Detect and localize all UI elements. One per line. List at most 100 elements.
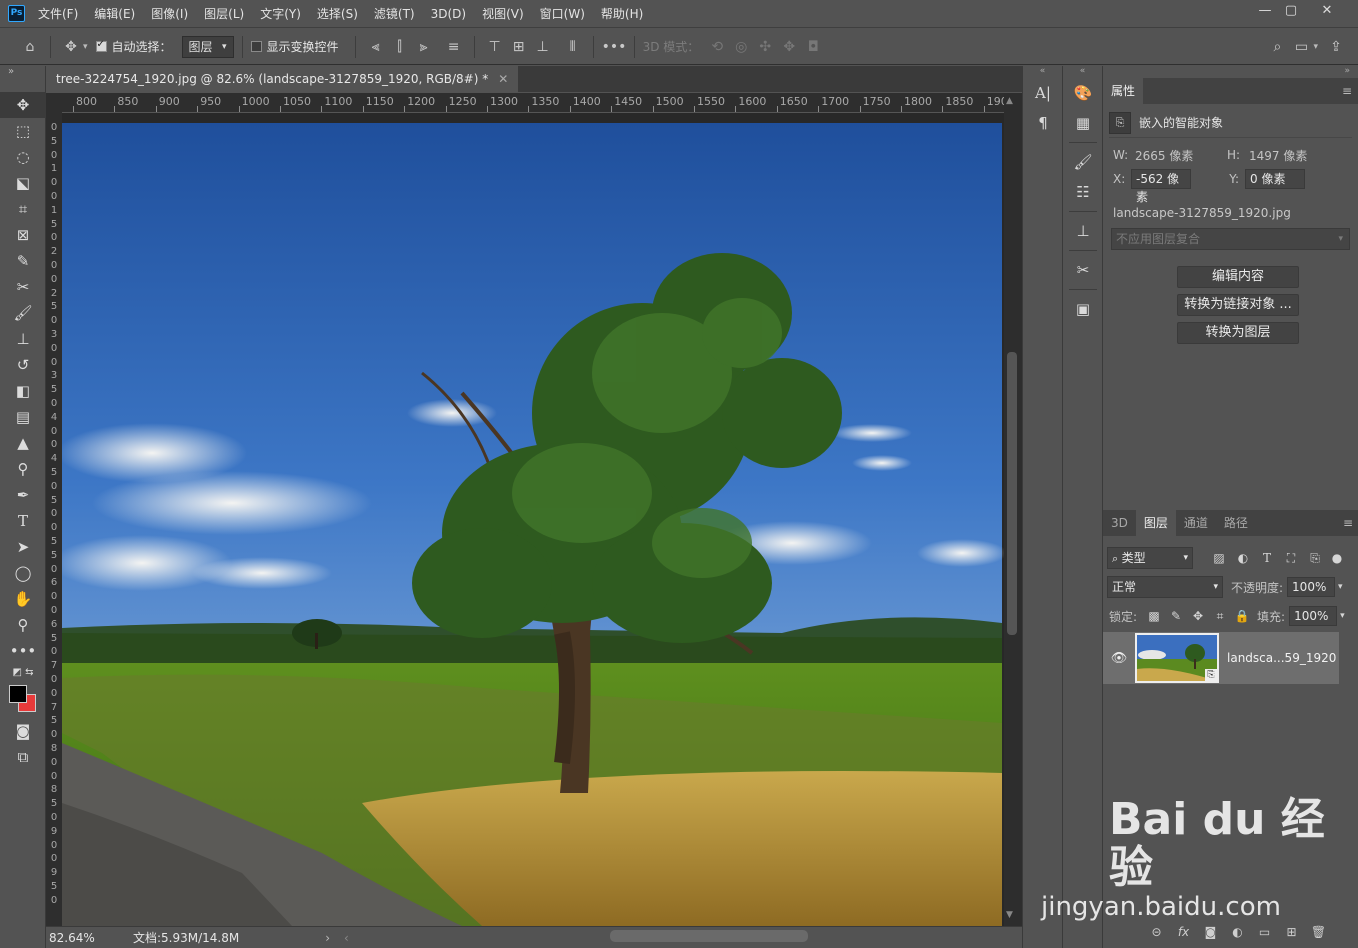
chevron-down-icon[interactable]: ▾: [83, 42, 88, 52]
panel-menu-icon[interactable]: ≡: [1342, 84, 1352, 98]
swatches-grid-icon[interactable]: ▦: [1063, 108, 1103, 138]
3d-orbit-icon[interactable]: ⟲: [705, 39, 729, 55]
filter-shape-icon[interactable]: ⛶: [1279, 551, 1303, 566]
scroll-down-icon[interactable]: ▼: [1006, 910, 1013, 920]
3d-roll-icon[interactable]: ◎: [729, 39, 753, 55]
swap-colors-icon[interactable]: ◩ ⇆: [0, 664, 46, 682]
healing-tool-icon[interactable]: ✂: [0, 274, 46, 300]
libraries-icon[interactable]: ▣: [1063, 294, 1103, 324]
convert-to-linked-button[interactable]: 转换为链接对象 ...: [1177, 294, 1299, 316]
tab-layers[interactable]: 图层: [1135, 510, 1176, 536]
layer-filter-select[interactable]: ⌕ 类型 ▾: [1107, 547, 1193, 569]
menu-item[interactable]: 文字(Y): [252, 0, 309, 28]
align-center-icon[interactable]: ⫿: [388, 39, 412, 55]
expand-icon[interactable]: »: [1103, 66, 1358, 78]
3d-pan-icon[interactable]: ✣: [753, 39, 777, 55]
fx-icon[interactable]: fx: [1170, 925, 1197, 939]
ellipse-tool-icon[interactable]: ◯: [0, 560, 46, 586]
type-tool-icon[interactable]: T: [0, 508, 46, 534]
tab-paths[interactable]: 路径: [1216, 510, 1256, 536]
gradient-tool-icon[interactable]: ▤: [0, 404, 46, 430]
menu-item[interactable]: 图像(I): [143, 0, 196, 28]
distribute-icon[interactable]: ≡: [442, 39, 466, 55]
brush-tool-icon[interactable]: 🖌: [0, 300, 46, 326]
share-icon[interactable]: ⇪: [1324, 39, 1348, 55]
paragraph-panel-icon[interactable]: ¶: [1023, 108, 1063, 138]
tab-channels[interactable]: 通道: [1176, 510, 1216, 536]
lock-image-icon[interactable]: ✎: [1165, 609, 1187, 623]
add-mask-icon[interactable]: ◙: [1197, 925, 1224, 939]
menu-item[interactable]: 文件(F): [30, 0, 86, 28]
y-field[interactable]: 0 像素: [1245, 169, 1305, 189]
marquee-tool-icon[interactable]: ⬚: [0, 118, 46, 144]
filter-type-icon[interactable]: T: [1255, 551, 1279, 565]
character-panel-icon[interactable]: A|: [1023, 78, 1063, 108]
zoom-tool-icon[interactable]: ⚲: [0, 612, 46, 638]
lasso-tool-icon[interactable]: ◌: [0, 144, 46, 170]
opacity-field[interactable]: 100%: [1287, 577, 1336, 597]
new-layer-icon[interactable]: ⊞: [1278, 925, 1305, 939]
more-options-icon[interactable]: •••: [602, 39, 627, 55]
properties-tab[interactable]: 属性: [1103, 78, 1144, 104]
new-group-icon[interactable]: ▭: [1251, 925, 1278, 939]
menu-item[interactable]: 视图(V): [474, 0, 532, 28]
h-value[interactable]: 1497 像素: [1249, 147, 1307, 164]
eyedropper-tool-icon[interactable]: ✎: [0, 248, 46, 274]
object-select-tool-icon[interactable]: ⬕: [0, 170, 46, 196]
menu-item[interactable]: 图层(L): [196, 0, 252, 28]
tab-3d[interactable]: 3D: [1103, 510, 1136, 536]
lock-transparent-icon[interactable]: ▩: [1143, 609, 1165, 623]
show-transform-checkbox[interactable]: [250, 41, 262, 52]
quick-mask-icon[interactable]: ◙: [0, 718, 46, 744]
distribute-vertical-icon[interactable]: ⦀: [561, 39, 585, 55]
auto-select-checkbox[interactable]: [95, 39, 107, 52]
adjustment-layer-icon[interactable]: ◐: [1224, 925, 1251, 939]
menu-item[interactable]: 选择(S): [309, 0, 366, 28]
collapse-icon[interactable]: «: [1063, 66, 1102, 78]
chevron-down-icon[interactable]: ▾: [1340, 611, 1345, 621]
align-right-icon[interactable]: ⫸: [412, 39, 436, 55]
clone-source-icon[interactable]: ⊥: [1063, 216, 1103, 246]
stamp-tool-icon[interactable]: ⊥: [0, 326, 46, 352]
maximize-button[interactable]: ▢: [1274, 0, 1308, 22]
close-button[interactable]: ✕: [1310, 0, 1344, 22]
align-bottom-icon[interactable]: ⊥: [531, 39, 555, 55]
blur-tool-icon[interactable]: ▲: [0, 430, 46, 456]
layer-name[interactable]: landsca...59_1920: [1227, 651, 1336, 665]
align-left-icon[interactable]: ⫷: [364, 39, 388, 55]
align-top-icon[interactable]: ⊤: [483, 39, 507, 55]
foreground-color-swatch[interactable]: [9, 685, 27, 703]
w-value[interactable]: 2665 像素: [1135, 147, 1227, 164]
vertical-scroll-thumb[interactable]: [1007, 352, 1017, 635]
delete-layer-icon[interactable]: 🗑: [1305, 925, 1332, 939]
link-layers-icon[interactable]: ⊝: [1143, 925, 1170, 939]
3d-camera-icon[interactable]: ◘: [801, 39, 825, 55]
canvas-area[interactable]: [52, 113, 1008, 926]
fill-field[interactable]: 100%: [1289, 606, 1338, 626]
menu-item[interactable]: 窗口(W): [532, 0, 593, 28]
status-menu-arrow-icon[interactable]: ›: [325, 931, 330, 945]
history-brush-icon[interactable]: ↺: [0, 352, 46, 378]
lock-artboard-icon[interactable]: ⌗: [1209, 609, 1231, 624]
move-tool-icon[interactable]: ✥: [0, 92, 46, 118]
document-tab[interactable]: tree-3224754_1920.jpg @ 82.6% (landscape…: [46, 66, 519, 92]
menu-item[interactable]: 帮助(H): [593, 0, 651, 28]
convert-to-layers-button[interactable]: 转换为图层: [1177, 322, 1299, 344]
scroll-left-icon[interactable]: ‹: [344, 931, 349, 945]
menu-item[interactable]: 滤镜(T): [366, 0, 423, 28]
filter-adjustment-icon[interactable]: ◐: [1231, 551, 1255, 565]
tool-presets-icon[interactable]: ✂: [1063, 255, 1103, 285]
eraser-tool-icon[interactable]: ◧: [0, 378, 46, 404]
menu-item[interactable]: 3D(D): [423, 0, 474, 28]
x-field[interactable]: -562 像素: [1131, 169, 1191, 204]
brush-settings-icon[interactable]: 🖌: [1063, 147, 1103, 177]
move-tool-preset-icon[interactable]: ✥: [59, 39, 83, 55]
document-image[interactable]: [52, 113, 1008, 926]
crop-tool-icon[interactable]: ⌗: [0, 196, 46, 222]
scroll-up-icon[interactable]: ▲: [1006, 96, 1013, 106]
panel-menu-icon[interactable]: ≡: [1343, 516, 1353, 530]
layer-row[interactable]: 👁 ⎘ landsca...59_1920: [1103, 632, 1339, 684]
chevron-down-icon[interactable]: ▾: [1338, 582, 1343, 592]
blend-mode-select[interactable]: 正常 ▾: [1107, 576, 1223, 598]
chevron-down-icon[interactable]: ▾: [1313, 42, 1318, 52]
